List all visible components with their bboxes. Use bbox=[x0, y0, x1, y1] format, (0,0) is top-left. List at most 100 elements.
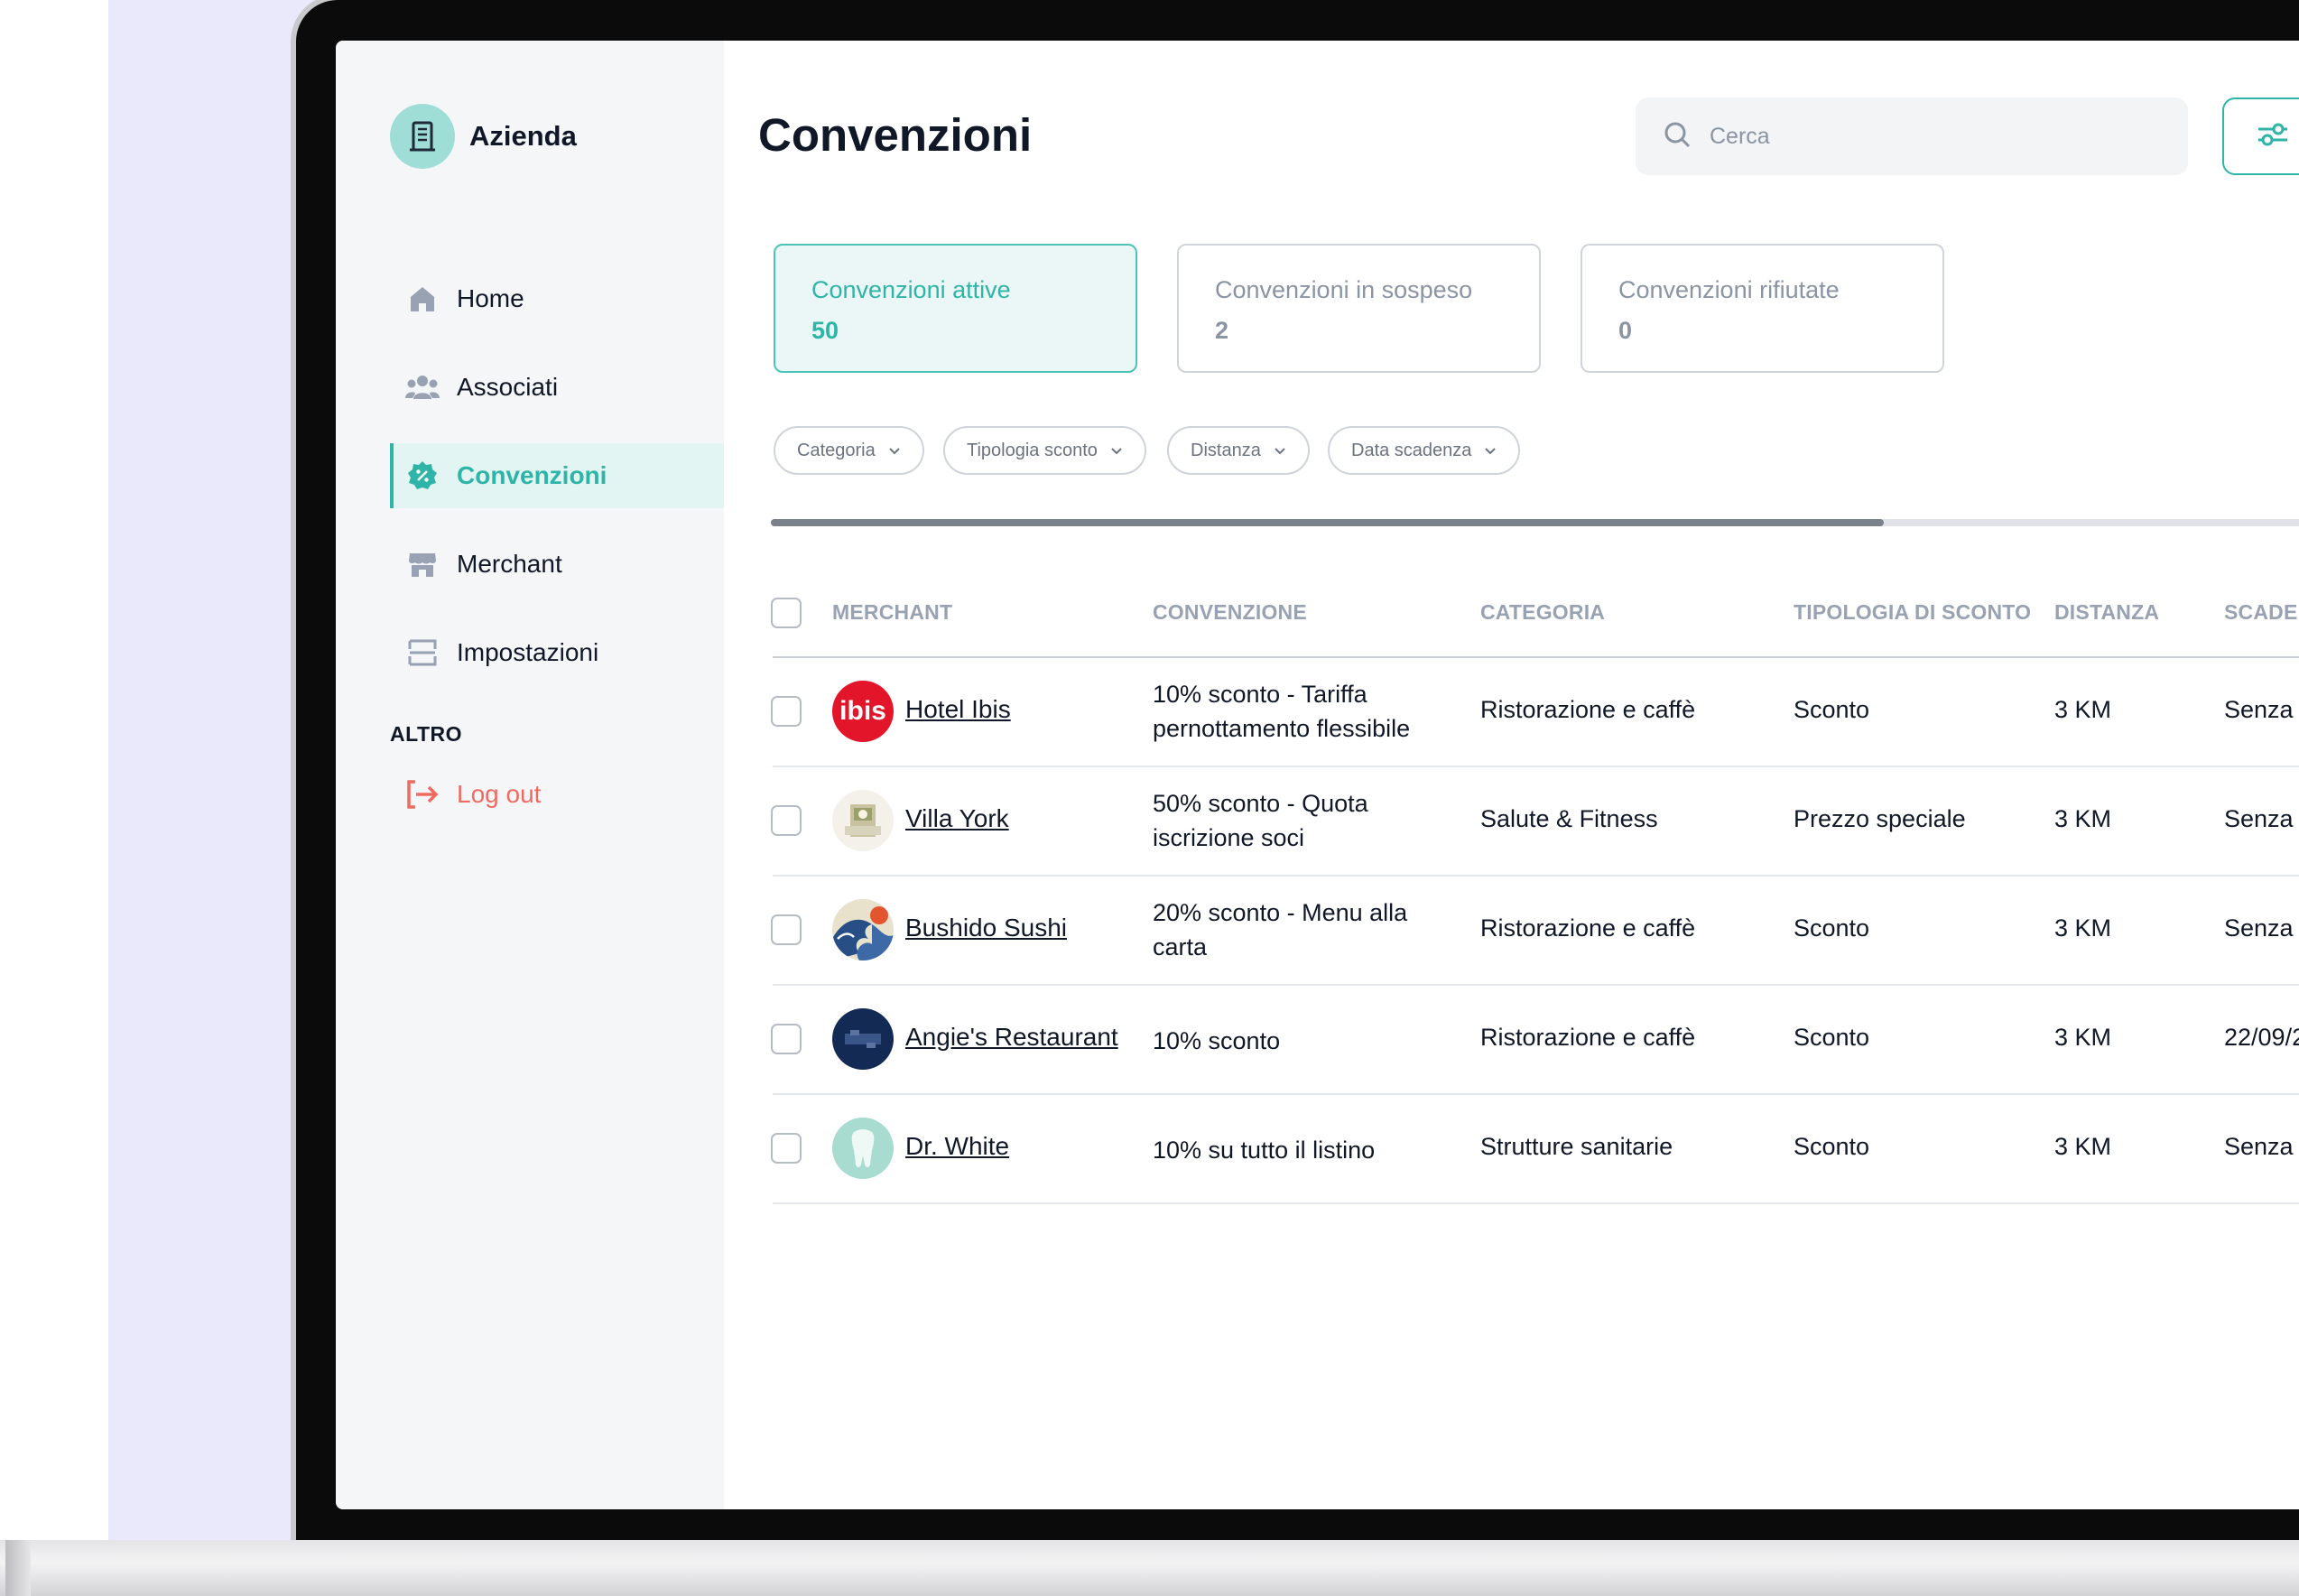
convenzione-cell: 50% sconto - Quota iscrizione soci bbox=[1153, 790, 1368, 851]
row-checkbox[interactable] bbox=[771, 805, 802, 836]
categoria-cell: Salute & Fitness bbox=[1480, 805, 1658, 832]
table-row[interactable]: ibis Hotel Ibis 10% sconto - Tariffa per… bbox=[336, 657, 2299, 766]
search-input[interactable] bbox=[1708, 122, 2145, 151]
sidebar-item-label: Convenzioni bbox=[457, 461, 607, 489]
convenzione-cell: 20% sconto - Menu alla carta bbox=[1153, 899, 1408, 960]
merchant-logo bbox=[832, 790, 894, 851]
scadenza-cell: Senza l bbox=[2224, 805, 2299, 832]
chip-label: Data scadenza bbox=[1351, 440, 1472, 460]
sidebar-nav: Home Associati Convenzioni Merchant Impo… bbox=[390, 266, 724, 709]
stat-value: 50 bbox=[811, 317, 839, 344]
categoria-cell: Ristorazione e caffè bbox=[1480, 1024, 1696, 1051]
brand-name: Azienda bbox=[469, 120, 577, 152]
search-icon bbox=[1663, 120, 1692, 153]
background-panel bbox=[108, 0, 325, 1544]
column-header-merchant[interactable]: MERCHANT bbox=[832, 600, 952, 625]
filter-chip-categoria[interactable]: Categoria bbox=[774, 426, 924, 475]
search-box[interactable] bbox=[1636, 97, 2188, 175]
chip-label: Tipologia sconto bbox=[967, 440, 1098, 460]
ibis-logo-text: ibis bbox=[839, 696, 886, 726]
sidebar-item-label: Merchant bbox=[457, 550, 562, 578]
laptop-base bbox=[0, 1540, 2299, 1596]
page-title: Convenzioni bbox=[758, 109, 1033, 161]
tipologia-cell: Sconto bbox=[1794, 1133, 1870, 1160]
table-row[interactable]: Bushido Sushi 20% sconto - Menu alla car… bbox=[336, 876, 2299, 984]
column-header-categoria[interactable]: CATEGORIA bbox=[1480, 600, 1605, 625]
distanza-cell: 3 KM bbox=[2054, 1024, 2112, 1051]
row-checkbox[interactable] bbox=[771, 1024, 802, 1054]
discount-badge-icon bbox=[404, 458, 440, 494]
stat-value: 2 bbox=[1215, 317, 1229, 344]
column-header-tipologia[interactable]: TIPOLOGIA DI SCONTO bbox=[1794, 600, 2031, 625]
categoria-cell: Ristorazione e caffè bbox=[1480, 914, 1696, 942]
row-checkbox[interactable] bbox=[771, 914, 802, 945]
stat-label: Convenzioni attive bbox=[811, 276, 1011, 303]
filter-chip-tipologia-sconto[interactable]: Tipologia sconto bbox=[943, 426, 1146, 475]
home-icon bbox=[404, 281, 440, 317]
stat-card-in-sospeso[interactable]: Convenzioni in sospeso 2 bbox=[1177, 244, 1541, 373]
sidebar-item-convenzioni[interactable]: Convenzioni bbox=[390, 443, 724, 508]
sidebar-item-home[interactable]: Home bbox=[390, 266, 724, 331]
tipologia-cell: Prezzo speciale bbox=[1794, 805, 1966, 832]
merchant-logo bbox=[832, 899, 894, 960]
chip-label: Categoria bbox=[797, 440, 876, 460]
merchant-link[interactable]: Bushido Sushi bbox=[905, 914, 1067, 942]
chevron-down-icon bbox=[889, 448, 900, 455]
scadenza-cell: 22/09/2 bbox=[2224, 1024, 2299, 1051]
chevron-down-icon bbox=[1111, 448, 1122, 455]
filter-chip-data-scadenza[interactable]: Data scadenza bbox=[1328, 426, 1521, 475]
table-row[interactable]: Dr. White 10% su tutto il listino Strutt… bbox=[336, 1094, 2299, 1202]
sidebar-item-merchant[interactable]: Merchant bbox=[390, 532, 724, 597]
table-row[interactable]: Angie's Restaurant 10% sconto Ristorazio… bbox=[336, 985, 2299, 1093]
chevron-down-icon bbox=[1275, 448, 1285, 455]
merchant-logo bbox=[832, 1118, 894, 1179]
sidebar-item-label: Associati bbox=[457, 373, 559, 401]
merchant-link[interactable]: Hotel Ibis bbox=[905, 695, 1011, 724]
sidebar-item-associati[interactable]: Associati bbox=[390, 355, 724, 420]
building-icon bbox=[390, 104, 455, 169]
filter-settings-button[interactable] bbox=[2222, 97, 2299, 175]
merchant-link[interactable]: Angie's Restaurant bbox=[905, 1023, 1118, 1052]
column-header-scadenza[interactable]: SCADEN bbox=[2224, 600, 2299, 625]
scadenza-cell: Senza l bbox=[2224, 1133, 2299, 1160]
chip-label: Distanza bbox=[1191, 440, 1261, 460]
scadenza-cell: Senza l bbox=[2224, 914, 2299, 942]
select-all-checkbox[interactable] bbox=[771, 598, 802, 628]
tipologia-cell: Sconto bbox=[1794, 914, 1870, 942]
convenzione-cell: 10% sconto - Tariffa pernottamento fless… bbox=[1153, 681, 1411, 742]
merchant-logo bbox=[832, 1008, 894, 1070]
stat-card-rifiutate[interactable]: Convenzioni rifiutate 0 bbox=[1581, 244, 1944, 373]
distanza-cell: 3 KM bbox=[2054, 914, 2112, 942]
row-checkbox[interactable] bbox=[771, 696, 802, 727]
merchant-link[interactable]: Dr. White bbox=[905, 1132, 1009, 1161]
column-header-distanza[interactable]: DISTANZA bbox=[2054, 600, 2159, 625]
column-header-convenzione[interactable]: CONVENZIONE bbox=[1153, 600, 1307, 625]
chevron-down-icon bbox=[1485, 448, 1497, 455]
categoria-cell: Strutture sanitarie bbox=[1480, 1133, 1673, 1160]
store-icon bbox=[404, 546, 440, 582]
scadenza-cell: Senza l bbox=[2224, 696, 2299, 723]
table-row[interactable]: Villa York 50% sconto - Quota iscrizione… bbox=[336, 766, 2299, 875]
row-checkbox[interactable] bbox=[771, 1133, 802, 1164]
distanza-cell: 3 KM bbox=[2054, 1133, 2112, 1160]
filter-chip-distanza[interactable]: Distanza bbox=[1167, 426, 1310, 475]
tipologia-cell: Sconto bbox=[1794, 696, 1870, 723]
horizontal-scrollbar-thumb[interactable] bbox=[771, 519, 1884, 526]
sidebar-item-label: Home bbox=[457, 284, 524, 312]
distanza-cell: 3 KM bbox=[2054, 805, 2112, 832]
app-screen: Azienda Home Associati Convenzioni Merch… bbox=[336, 41, 2299, 1509]
convenzione-cell: 10% su tutto il listino bbox=[1153, 1137, 1376, 1164]
distanza-cell: 3 KM bbox=[2054, 696, 2112, 723]
convenzione-cell: 10% sconto bbox=[1153, 1027, 1281, 1054]
categoria-cell: Ristorazione e caffè bbox=[1480, 696, 1696, 723]
row-divider bbox=[773, 1202, 2299, 1204]
sliders-icon bbox=[2257, 121, 2289, 153]
stat-card-attive[interactable]: Convenzioni attive 50 bbox=[774, 244, 1137, 373]
merchant-link[interactable]: Villa York bbox=[905, 804, 1009, 833]
merchant-logo: ibis bbox=[832, 681, 894, 742]
brand[interactable]: Azienda bbox=[390, 104, 577, 169]
stat-value: 0 bbox=[1618, 317, 1633, 344]
tipologia-cell: Sconto bbox=[1794, 1024, 1870, 1051]
stat-label: Convenzioni in sospeso bbox=[1215, 276, 1473, 303]
users-icon bbox=[404, 369, 440, 405]
